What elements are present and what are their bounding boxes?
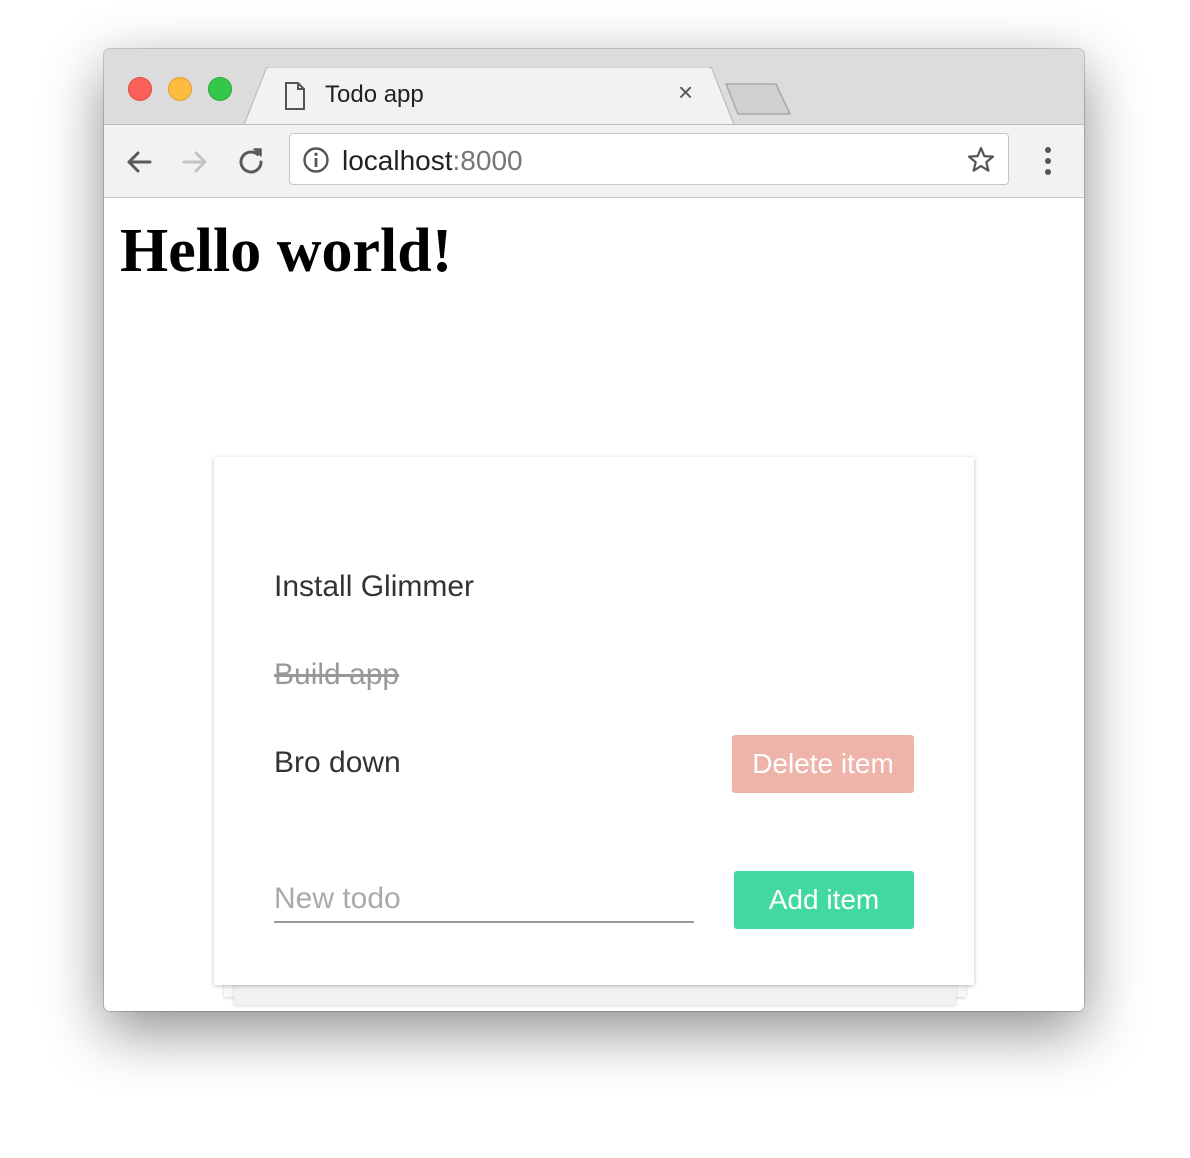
title-bar: Todo app ×	[104, 49, 1084, 125]
url-text[interactable]: localhost:8000	[342, 145, 523, 177]
tab-close-icon[interactable]: ×	[678, 79, 693, 105]
browser-window: Todo app × localhost:8000 Hello world! I…	[104, 49, 1084, 1011]
url-port: :8000	[452, 145, 523, 176]
toolbar: localhost:8000	[104, 124, 1084, 198]
add-item-button[interactable]: Add item	[734, 871, 914, 929]
todo-item[interactable]: Install Glimmer	[274, 570, 474, 604]
page-heading: Hello world!	[120, 217, 453, 285]
todo-item-completed[interactable]: Build app	[274, 658, 399, 692]
kebab-menu-icon[interactable]	[1034, 145, 1062, 179]
new-todo-input[interactable]	[274, 877, 694, 923]
reload-icon[interactable]	[234, 145, 268, 179]
close-window-button[interactable]	[128, 77, 152, 101]
address-bar[interactable]: localhost:8000	[289, 133, 1009, 185]
info-icon[interactable]	[302, 146, 330, 174]
zoom-window-button[interactable]	[208, 77, 232, 101]
delete-item-button[interactable]: Delete item	[732, 735, 914, 793]
url-host: localhost	[342, 145, 453, 176]
todo-card: Install Glimmer Build app Bro down Delet…	[214, 457, 974, 985]
star-icon[interactable]	[966, 145, 996, 175]
active-tab[interactable]	[244, 67, 734, 125]
new-tab-button[interactable]	[724, 83, 792, 115]
tab-title: Todo app	[325, 81, 424, 108]
page-content: Hello world! Install Glimmer Build app B…	[104, 198, 1084, 1011]
page-icon	[285, 82, 305, 110]
arrow-right-icon[interactable]	[178, 145, 212, 179]
arrow-left-icon[interactable]	[122, 145, 156, 179]
todo-item[interactable]: Bro down	[274, 746, 401, 780]
minimize-window-button[interactable]	[168, 77, 192, 101]
